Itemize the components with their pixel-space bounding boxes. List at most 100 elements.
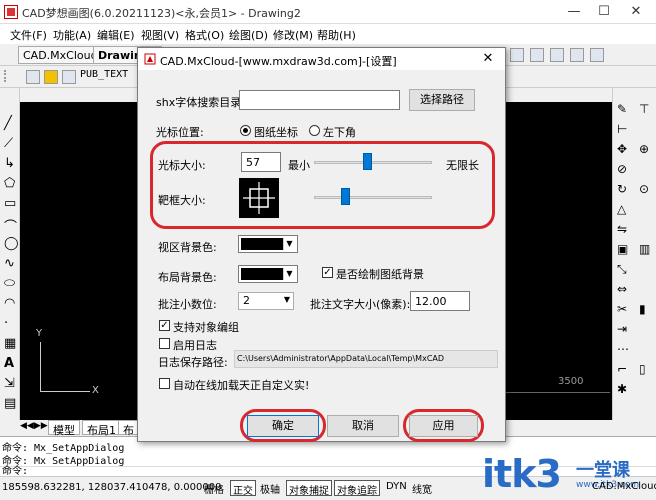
status-toggle-2[interactable]: 极轴 (258, 480, 282, 496)
dimension-icon[interactable]: ⊢ (617, 122, 627, 136)
viewport-bg-color-select[interactable]: ▼ (238, 235, 298, 253)
move-icon[interactable]: ✥ (617, 142, 627, 156)
line-icon[interactable]: ╱ (4, 116, 12, 131)
layer-bulb-icon[interactable] (26, 70, 40, 84)
annot-text-size-input[interactable] (410, 291, 470, 311)
layer-lock-icon[interactable] (62, 70, 76, 84)
explode-icon[interactable]: ✱ (617, 382, 627, 396)
circle-icon[interactable]: ◯ (4, 236, 19, 251)
log-path-field[interactable]: C:\Users\Administrator\AppData\Local\Tem… (234, 350, 498, 368)
menu-function[interactable]: 功能(A) (53, 27, 91, 43)
tab-cad-mxcloud[interactable]: CAD.MxCloud (18, 46, 103, 64)
text-icon[interactable]: A (4, 356, 14, 371)
tab-model[interactable]: 模型 (48, 420, 80, 437)
radio-paper-coords[interactable] (240, 125, 251, 136)
spline-icon[interactable]: ∿ (4, 256, 15, 271)
settings-icon[interactable] (570, 48, 584, 62)
radio-paper-coords-label[interactable]: 图纸坐标 (254, 124, 298, 140)
trim-icon[interactable]: ✂ (617, 302, 627, 316)
tab-layout-more[interactable]: 布 (118, 420, 139, 437)
menu-view[interactable]: 视图(V) (141, 27, 179, 43)
draw-paper-bg-label[interactable]: 是否绘制图纸背景 (336, 266, 424, 282)
menu-draw[interactable]: 绘图(D) (229, 27, 268, 43)
tab-scroll-icon[interactable]: ◀◀▶▶ (20, 421, 48, 431)
shx-dir-input[interactable] (239, 90, 400, 110)
zoom-icon[interactable]: ⊙ (639, 182, 649, 196)
annot-decimals-select[interactable]: 2 ▼ (238, 292, 294, 310)
insert-icon[interactable]: ⇲ (4, 376, 15, 391)
layer-name[interactable]: PUB_TEXT (80, 69, 128, 80)
cancel-button[interactable]: 取消 (327, 415, 399, 437)
scale-icon[interactable]: ⤡ (617, 262, 627, 277)
offset-icon[interactable]: △ (617, 202, 626, 216)
layer-sun-icon[interactable] (44, 70, 58, 84)
enable-log-label[interactable]: 启用日志 (173, 337, 217, 353)
properties-icon[interactable]: ▯ (639, 362, 646, 376)
xline-icon[interactable]: ⟋ (4, 136, 13, 151)
status-toggle-6[interactable]: 线宽 (410, 480, 434, 496)
menu-edit[interactable]: 编辑(E) (97, 27, 135, 43)
circle-dim-icon[interactable]: ⊕ (639, 142, 649, 156)
minimize-button[interactable]: — (560, 2, 588, 22)
status-toggle-3[interactable]: 对象捕捉 (286, 480, 332, 497)
extend-icon[interactable]: ⇥ (617, 322, 627, 336)
rectangle-icon[interactable]: ▭ (4, 196, 16, 211)
stretch-icon[interactable]: ⇔ (617, 282, 627, 296)
menu-modify[interactable]: 修改(M) (273, 27, 313, 43)
table-icon[interactable]: ▤ (4, 396, 16, 411)
maximize-button[interactable]: ☐ (590, 2, 618, 22)
array-icon[interactable]: ▣ (617, 242, 628, 256)
status-toggle-0[interactable]: 栅格 (202, 480, 226, 496)
tab-layout1[interactable]: 布局1 (82, 420, 121, 437)
radio-bottom-left[interactable] (309, 125, 320, 136)
status-toggle-5[interactable]: DYN (384, 480, 409, 496)
toolbar-grip-icon[interactable] (4, 70, 12, 82)
viewport-bg-label: 视区背景色: (158, 241, 217, 254)
menu-format[interactable]: 格式(O) (185, 27, 224, 43)
close-button[interactable]: ✕ (622, 2, 650, 22)
auto-load-checkbox[interactable] (159, 378, 170, 389)
fillet-icon[interactable]: ⌐ (617, 362, 627, 376)
radio-bottom-left-label[interactable]: 左下角 (323, 124, 356, 140)
auto-load-label[interactable]: 自动在线加载天正自定义实! (173, 377, 309, 393)
status-toggle-1[interactable]: 正交 (230, 480, 256, 497)
cursor-size-slider-thumb[interactable] (362, 153, 372, 170)
polyline-icon[interactable]: ↳ (4, 156, 15, 171)
apply-button[interactable]: 应用 (409, 415, 478, 437)
ok-button[interactable]: 确定 (247, 415, 319, 437)
draw-paper-bg-checkbox[interactable]: ✓ (322, 267, 333, 278)
target-size-slider-thumb[interactable] (341, 188, 351, 205)
select-path-button[interactable]: 选择路径 (409, 89, 475, 111)
ellipse-icon[interactable]: ⬭ (4, 276, 15, 291)
ellipse-arc-icon[interactable]: ◠ (4, 296, 15, 311)
pdf-icon[interactable] (510, 48, 524, 62)
menu-file[interactable]: 文件(F) (10, 27, 47, 43)
annot-text-size-label: 批注文字大小(像素): (310, 298, 411, 311)
block-icon[interactable]: ⊘ (617, 162, 627, 176)
support-group-label[interactable]: 支持对象编组 (173, 319, 239, 335)
erase-icon[interactable]: ✎ (617, 102, 627, 116)
measure-icon[interactable]: ⊤ (639, 102, 649, 116)
point-icon[interactable]: · (4, 316, 8, 331)
support-group-checkbox[interactable]: ✓ (159, 320, 170, 331)
mirror-icon[interactable]: ⇋ (617, 222, 627, 236)
rotate-icon[interactable]: ↻ (617, 182, 627, 196)
layout-bg-color-select[interactable]: ▼ (238, 265, 298, 283)
image-icon[interactable] (530, 48, 544, 62)
polygon-icon[interactable]: ⬠ (4, 176, 15, 191)
hatch-icon[interactable]: ▦ (4, 336, 16, 351)
layer-icon[interactable]: ▥ (639, 242, 650, 256)
arc-icon[interactable]: ⌒ (4, 216, 17, 235)
status-toggle-4[interactable]: 对象追踪 (334, 480, 380, 497)
break-icon[interactable]: ⋯ (617, 342, 629, 356)
window-title: CAD梦想画图(6.0.20211123)<永,会员1> - Drawing2 (22, 7, 301, 20)
cursor-size-track[interactable] (314, 161, 432, 164)
cursor-size-input[interactable] (241, 152, 281, 172)
align-icon[interactable]: ▮ (639, 302, 646, 316)
print-icon[interactable] (550, 48, 564, 62)
dialog-close-button[interactable]: ✕ (476, 50, 500, 68)
enable-log-checkbox[interactable] (159, 338, 170, 349)
info-icon[interactable] (590, 48, 604, 62)
target-size-track[interactable] (314, 196, 432, 199)
menu-help[interactable]: 帮助(H) (317, 27, 356, 43)
